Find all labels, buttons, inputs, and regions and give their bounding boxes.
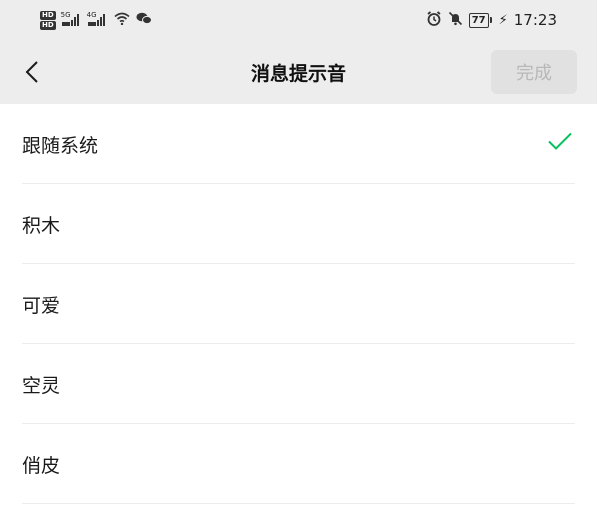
signal-icon: 4G (86, 11, 108, 26)
sound-option-cute[interactable]: 可爱 (0, 264, 597, 344)
status-time: 17:23 (513, 11, 557, 29)
status-right: 77 ⚡ 17:23 (426, 11, 557, 29)
charging-icon: ⚡ (498, 12, 508, 28)
sound-option-label: 空灵 (22, 374, 61, 397)
sound-option-follow-system[interactable]: 跟随系统 (0, 104, 597, 184)
sound-option-label: 可爱 (22, 294, 61, 317)
sound-list: 跟随系统 积木 可爱 空灵 俏皮 (0, 104, 597, 504)
status-bar: HD HD 5G 4G 77 ⚡ 17:23 (0, 0, 597, 40)
signal-type-label: 5G (60, 11, 71, 19)
battery-level: 77 (471, 14, 486, 26)
sound-option-ethereal[interactable]: 空灵 (0, 344, 597, 424)
sound-option-building-blocks[interactable]: 积木 (0, 184, 597, 264)
check-icon (547, 132, 573, 157)
signal-type-label: 4G (86, 11, 97, 19)
nav-bar: 消息提示音 完成 (0, 40, 597, 104)
wechat-icon (136, 12, 152, 28)
status-left: HD HD 5G 4G (40, 10, 152, 30)
sound-option-label: 积木 (22, 214, 61, 237)
battery-icon: 77 (468, 12, 492, 28)
signal-icon: 5G (60, 11, 82, 26)
sound-option-playful[interactable]: 俏皮 (0, 424, 597, 504)
hd-badges: HD HD (40, 10, 56, 30)
alarm-icon (426, 11, 442, 29)
sound-option-label: 俏皮 (22, 454, 61, 477)
mute-icon (448, 11, 463, 29)
back-button[interactable] (18, 58, 46, 86)
done-button[interactable]: 完成 (491, 50, 577, 94)
hd-badge: HD (40, 10, 56, 20)
chevron-left-icon (25, 61, 38, 83)
hd-badge: HD (40, 20, 56, 30)
page-title: 消息提示音 (250, 62, 346, 85)
wifi-icon (114, 12, 130, 28)
sound-option-label: 跟随系统 (22, 134, 99, 157)
